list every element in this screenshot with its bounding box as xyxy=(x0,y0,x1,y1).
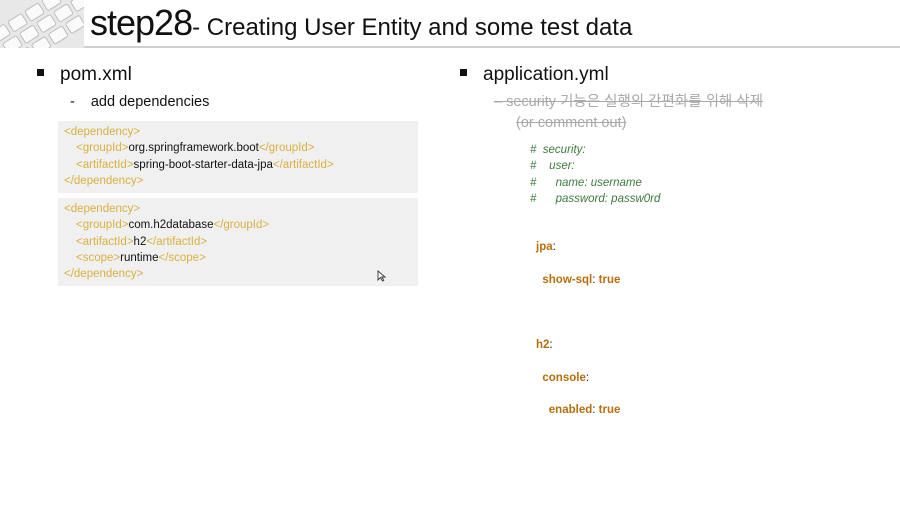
xml-tag: </dependency> xyxy=(64,174,144,187)
xml-tag: <dependency> xyxy=(64,203,141,215)
strike-note-line2: (or comment out) xyxy=(516,115,627,131)
xml-tag: <groupId> xyxy=(76,142,129,155)
yaml-comment-line: # security: xyxy=(530,144,586,156)
code-line: <groupId>com.h2database</groupId> xyxy=(64,217,412,233)
yaml-line-console: console: xyxy=(542,371,590,384)
yaml-config: jpa: show-sql: true h2: console: enabled… xyxy=(536,223,620,435)
title-text: Creating User Entity and some test data xyxy=(206,14,633,41)
strike-note-line1: – security 기능은 실행의 간편화를 위해 삭제 xyxy=(494,94,763,110)
title-step: step28 xyxy=(90,2,193,43)
yaml-comment-line: # user: xyxy=(530,160,575,173)
bullet-square-icon xyxy=(37,69,44,77)
yaml-comment-line: # password: passw0rd xyxy=(530,192,661,205)
code-line: <artifactId>spring-boot-starter-data-jpa… xyxy=(64,157,412,173)
slide-title: step28- Creating User Entity and some te… xyxy=(90,2,632,44)
xml-tag: </scope> xyxy=(158,251,206,264)
bullet-pom: pom.xml xyxy=(37,64,132,86)
code-line: <artifactId>h2</artifactId> xyxy=(64,234,412,250)
bullet-application-yml: application.yml xyxy=(460,64,609,86)
xml-value: runtime xyxy=(120,251,159,264)
bullet-square-icon xyxy=(460,69,467,77)
code-line: <dependency> xyxy=(64,201,412,217)
xml-tag: </groupId> xyxy=(213,219,270,232)
sub-item-label: add dependencies xyxy=(90,94,210,110)
code-box-jpa: <dependency> <groupId>org.springframework… xyxy=(58,121,418,193)
xml-value: h2 xyxy=(133,235,147,248)
yaml-line-show-sql: show-sql: true xyxy=(542,273,621,286)
yaml-line-enabled: enabled: true xyxy=(548,404,621,417)
xml-tag: <artifactId> xyxy=(76,158,134,171)
xml-tag: <groupId> xyxy=(76,219,129,232)
code-line: <groupId>org.springframework.boot</group… xyxy=(64,140,412,156)
yaml-comment-line: # name: username xyxy=(530,176,642,189)
code-line: </dependency> xyxy=(64,266,412,282)
code-box-h2: <dependency> <groupId>com.h2database</gro… xyxy=(58,198,418,286)
xml-tag: </artifactId> xyxy=(272,158,334,171)
xml-tag: <scope> xyxy=(76,251,121,264)
code-line: </dependency> xyxy=(64,173,412,189)
xml-value: com.h2database xyxy=(128,219,214,232)
title-underline xyxy=(84,46,900,48)
mouse-cursor-icon xyxy=(377,270,386,282)
bullet-pom-label: pom.xml xyxy=(60,64,132,85)
title-dash: - xyxy=(192,14,207,41)
yaml-line-h2: h2: xyxy=(536,339,553,352)
bullet-application-yml-label: application.yml xyxy=(483,64,609,85)
xml-tag: </groupId> xyxy=(258,142,315,155)
xml-tag: </dependency> xyxy=(64,268,144,281)
sub-dash: - xyxy=(70,94,75,110)
code-line: <dependency> xyxy=(64,124,412,140)
keyboard-decoration xyxy=(0,0,84,48)
code-line: <scope>runtime</scope> xyxy=(64,250,412,266)
xml-tag: <dependency> xyxy=(64,126,141,138)
xml-value: org.springframework.boot xyxy=(128,142,259,155)
xml-tag: </artifactId> xyxy=(146,235,208,248)
yaml-line-jpa: jpa: xyxy=(536,241,556,254)
sub-item: - add dependencies xyxy=(70,94,209,110)
xml-value: spring-boot-starter-data-jpa xyxy=(133,158,273,171)
yaml-comments: # security: # user: # name: username # pass… xyxy=(530,142,660,207)
xml-tag: <artifactId> xyxy=(76,235,134,248)
